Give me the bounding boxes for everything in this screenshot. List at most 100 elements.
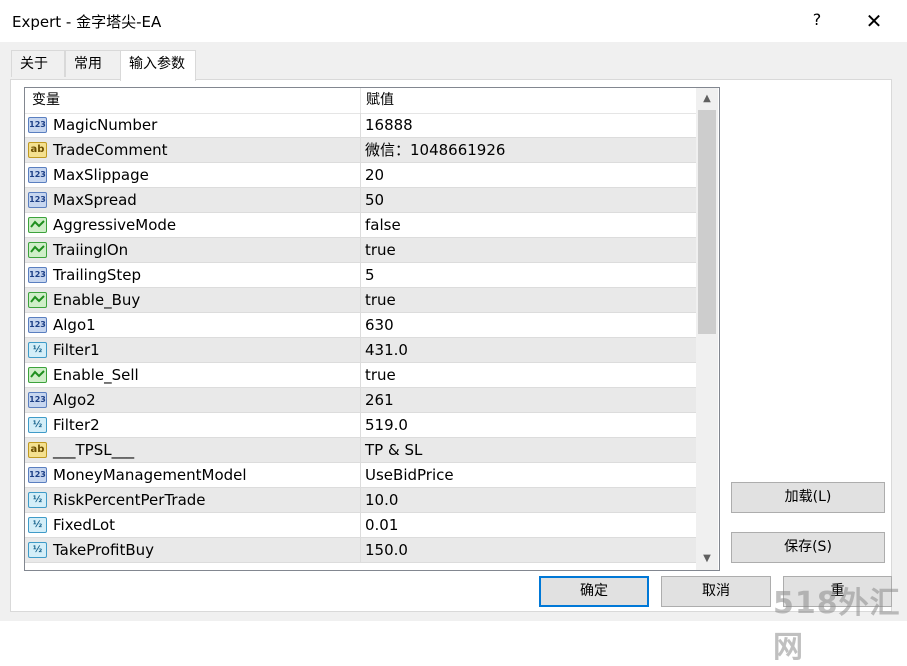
parameter-value[interactable]: 10.0 [365, 488, 398, 512]
cancel-button[interactable]: 取消 [661, 576, 771, 607]
help-button[interactable]: ? [805, 8, 829, 32]
cell-divider [360, 188, 361, 213]
cell-divider [360, 313, 361, 338]
parameter-value[interactable]: UseBidPrice [365, 463, 454, 487]
table-row[interactable]: 123 MoneyManagementModel UseBidPrice [25, 463, 696, 488]
parameter-value[interactable]: 431.0 [365, 338, 408, 362]
table-row[interactable]: Enable_Buy true [25, 288, 696, 313]
save-button[interactable]: 保存(S) [731, 532, 885, 563]
close-button[interactable]: ✕ [860, 8, 888, 34]
cell-divider [360, 488, 361, 513]
boolean-type-icon [28, 367, 47, 383]
parameter-value[interactable]: 0.01 [365, 513, 398, 537]
parameter-name: Algo1 [53, 316, 96, 334]
boolean-type-icon [28, 292, 47, 308]
boolean-type-icon [28, 242, 47, 258]
integer-type-icon: 123 [28, 392, 47, 408]
table-row[interactable]: ½ Filter2 519.0 [25, 413, 696, 438]
vertical-scrollbar[interactable]: ▲ ▼ [696, 88, 718, 570]
parameter-value[interactable]: TP & SL [365, 438, 422, 462]
cell-divider [360, 438, 361, 463]
table-row[interactable]: AggressiveMode false [25, 213, 696, 238]
parameter-value[interactable]: 150.0 [365, 538, 408, 562]
parameter-value[interactable]: 50 [365, 188, 384, 212]
parameter-value[interactable]: true [365, 288, 396, 312]
parameter-name: MoneyManagementModel [53, 466, 247, 484]
cell-divider [360, 238, 361, 263]
parameter-name: TraiinglOn [53, 241, 129, 259]
cell-divider [360, 338, 361, 363]
window-title: Expert - 金字塔尖-EA [12, 13, 162, 31]
table-row[interactable]: ab ___TPSL___ TP & SL [25, 438, 696, 463]
parameter-name: FixedLot [53, 516, 116, 534]
scroll-down-arrow-icon[interactable]: ▼ [696, 548, 718, 570]
parameter-name: AggressiveMode [53, 216, 177, 234]
cell-divider [360, 138, 361, 163]
table-row[interactable]: Enable_Sell true [25, 363, 696, 388]
integer-type-icon: 123 [28, 267, 47, 283]
parameter-value[interactable]: 519.0 [365, 413, 408, 437]
parameter-name: TradeComment [53, 141, 168, 159]
table-row[interactable]: 123 Algo2 261 [25, 388, 696, 413]
tab-about[interactable]: 关于 [11, 50, 65, 77]
scroll-up-arrow-icon[interactable]: ▲ [696, 88, 718, 110]
parameter-name: MaxSpread [53, 191, 137, 209]
parameter-name: TakeProfitBuy [53, 541, 155, 559]
parameter-value[interactable]: 20 [365, 163, 384, 187]
integer-type-icon: 123 [28, 167, 47, 183]
table-row[interactable]: TraiinglOn true [25, 238, 696, 263]
parameter-value[interactable]: 5 [365, 263, 375, 287]
parameter-name: Filter1 [53, 341, 100, 359]
dialog-client-area: 关于 常用 输入参数 变量 赋值 123 MagicNumber 16888 ab Tr… [0, 42, 907, 621]
cell-divider [360, 413, 361, 438]
double-type-icon: ½ [28, 492, 47, 508]
column-divider[interactable] [360, 88, 361, 113]
parameter-name: RiskPercentPerTrade [53, 491, 206, 509]
parameter-name: Enable_Sell [53, 366, 139, 384]
cell-divider [360, 113, 361, 138]
load-button[interactable]: 加载(L) [731, 482, 885, 513]
tab-common[interactable]: 常用 [65, 50, 121, 77]
parameter-value[interactable]: 16888 [365, 113, 413, 137]
parameter-name: MagicNumber [53, 116, 158, 134]
table-row[interactable]: ab TradeComment 微信：1048661926 [25, 138, 696, 163]
column-header-value[interactable]: 赋值 [366, 88, 394, 113]
tab-common-label: 常用 [74, 56, 102, 72]
parameter-value[interactable]: 261 [365, 388, 394, 412]
table-row[interactable]: 123 MagicNumber 16888 [25, 113, 696, 138]
parameter-value[interactable]: true [365, 238, 396, 262]
parameter-name: ___TPSL___ [53, 441, 135, 459]
string-type-icon: ab [28, 442, 47, 458]
cell-divider [360, 288, 361, 313]
integer-type-icon: 123 [28, 317, 47, 333]
table-row[interactable]: ½ RiskPercentPerTrade 10.0 [25, 488, 696, 513]
table-row[interactable]: ½ Filter1 431.0 [25, 338, 696, 363]
inputs-tab-panel: 变量 赋值 123 MagicNumber 16888 ab TradeComment 微… [10, 79, 892, 612]
parameter-name: Enable_Buy [53, 291, 141, 309]
parameter-name: TrailingStep [53, 266, 142, 284]
double-type-icon: ½ [28, 517, 47, 533]
table-row[interactable]: 123 MaxSlippage 20 [25, 163, 696, 188]
ok-button[interactable]: 确定 [539, 576, 649, 607]
grid-header: 变量 赋值 [25, 88, 696, 114]
tab-inputs[interactable]: 输入参数 [120, 50, 196, 81]
table-row[interactable]: ½ TakeProfitBuy 150.0 [25, 538, 696, 563]
table-row[interactable]: 123 MaxSpread 50 [25, 188, 696, 213]
column-header-variable[interactable]: 变量 [32, 88, 60, 113]
parameter-name: Algo2 [53, 391, 96, 409]
parameter-value[interactable]: false [365, 213, 401, 237]
parameter-value[interactable]: 630 [365, 313, 394, 337]
table-row[interactable]: 123 Algo1 630 [25, 313, 696, 338]
parameter-value[interactable]: true [365, 363, 396, 387]
tab-inputs-label: 输入参数 [129, 56, 185, 72]
scroll-thumb[interactable] [698, 110, 716, 334]
watermark-logo: 518外汇网 [773, 586, 901, 665]
table-row[interactable]: 123 TrailingStep 5 [25, 263, 696, 288]
cell-divider [360, 538, 361, 563]
integer-type-icon: 123 [28, 117, 47, 133]
parameter-value[interactable]: 微信：1048661926 [365, 138, 505, 162]
double-type-icon: ½ [28, 542, 47, 558]
cell-divider [360, 213, 361, 238]
table-row[interactable]: ½ FixedLot 0.01 [25, 513, 696, 538]
string-type-icon: ab [28, 142, 47, 158]
